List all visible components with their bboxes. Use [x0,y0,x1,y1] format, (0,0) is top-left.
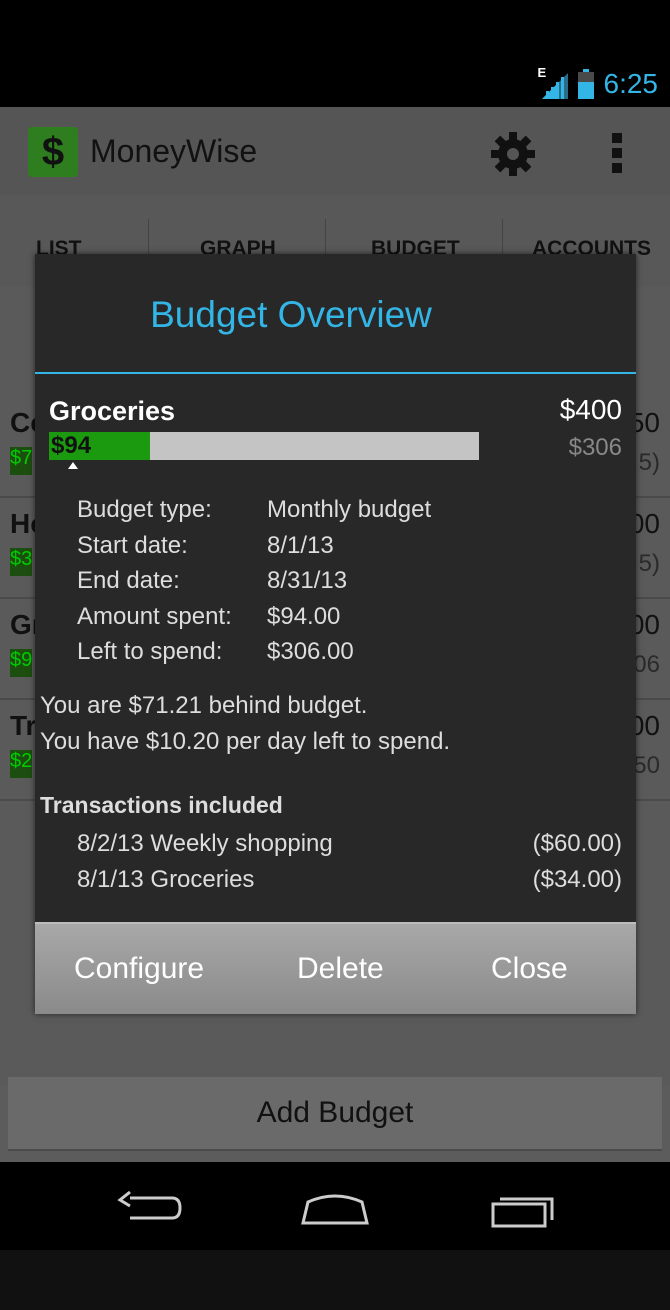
detail-value: $306.00 [267,638,354,665]
recent-apps-icon[interactable] [490,1192,556,1228]
detail-label: Budget type: [77,496,212,523]
delete-button[interactable]: Delete [297,952,384,986]
dialog-title: Budget Overview [150,294,432,335]
home-icon[interactable] [300,1188,370,1226]
title-divider [35,372,636,374]
battery-icon [577,68,594,99]
detail-row: Left to spend: $306.00 [77,638,431,674]
detail-label: Amount spent: [77,602,232,630]
detail-row: Start date: 8/1/13 [77,532,431,568]
budget-remaining: $306 [568,434,622,461]
bottom-bezel [0,1250,670,1310]
close-button[interactable]: Close [491,952,568,986]
budget-summary: You are $71.21 behind budget. You have $… [40,692,450,764]
behind-budget-text: You are $71.21 behind budget. [40,692,368,719]
budget-overview-dialog: Budget Overview Groceries $400 $306 $94 … [35,254,636,1014]
status-bar: E 6:25 [0,60,670,107]
overflow-menu-icon[interactable] [612,133,624,173]
today-marker-icon [68,462,78,469]
transactions-heading: Transactions included [40,792,283,818]
transaction-row[interactable]: 8/2/13 Weekly shopping ($60.00) [77,830,622,866]
detail-row: Amount spent: $94.00 [77,603,431,639]
spending-progress-bar: $94 [49,432,479,460]
list-item-bar: $9 [10,649,32,677]
detail-label: Left to spend: [77,638,223,665]
list-item-bar: $3 [10,548,32,576]
clock: 6:25 [603,67,659,99]
detail-row: Budget type: Monthly budget [77,496,431,532]
detail-value: $94.00 [267,602,341,630]
transactions-list: 8/2/13 Weekly shopping ($60.00) 8/1/13 G… [77,830,622,901]
action-bar: $ MoneyWise [0,107,670,195]
list-item-remaining: 50 [633,752,660,779]
list-item-bar: $2 [10,750,32,778]
dialog-button-bar: Configure Delete Close [35,922,636,1014]
budget-details: Budget type: Monthly budget Start date: … [77,496,431,674]
list-item-bar: $7 [10,447,32,475]
detail-value: Monthly budget [267,496,432,523]
transaction-row[interactable]: 8/1/13 Groceries ($34.00) [77,866,622,902]
list-item-remaining: 5) [638,550,660,577]
detail-label: Start date: [77,531,188,559]
detail-row: End date: 8/31/13 [77,567,431,603]
detail-value: 8/31/13 [267,567,348,594]
transaction-amount: ($34.00) [532,865,622,893]
detail-label: End date: [77,567,180,594]
per-day-text: You have $10.20 per day left to spend. [40,728,451,755]
add-budget-button[interactable]: Add Budget [8,1077,662,1151]
transaction-amount: ($60.00) [532,830,622,857]
transaction-text: 8/2/13 Weekly shopping [77,830,333,857]
top-bezel [0,0,670,60]
configure-button[interactable]: Configure [74,952,204,986]
detail-value: 8/1/13 [267,531,334,559]
category-name: Groceries [49,396,176,426]
back-icon[interactable] [116,1190,182,1224]
list-item-remaining: 5) [638,449,660,476]
navigation-bar [0,1162,670,1250]
list-item-title: Tr [10,710,37,741]
budget-total: $400 [559,394,622,425]
spent-amount-label: $94 [51,432,92,459]
signal-icon: E [538,65,568,101]
settings-gear-icon[interactable] [488,129,538,179]
app-title: MoneyWise [90,133,258,169]
list-item-remaining: 06 [633,651,660,678]
transaction-text: 8/1/13 Groceries [77,865,255,893]
app-logo-icon: $ [28,127,78,177]
